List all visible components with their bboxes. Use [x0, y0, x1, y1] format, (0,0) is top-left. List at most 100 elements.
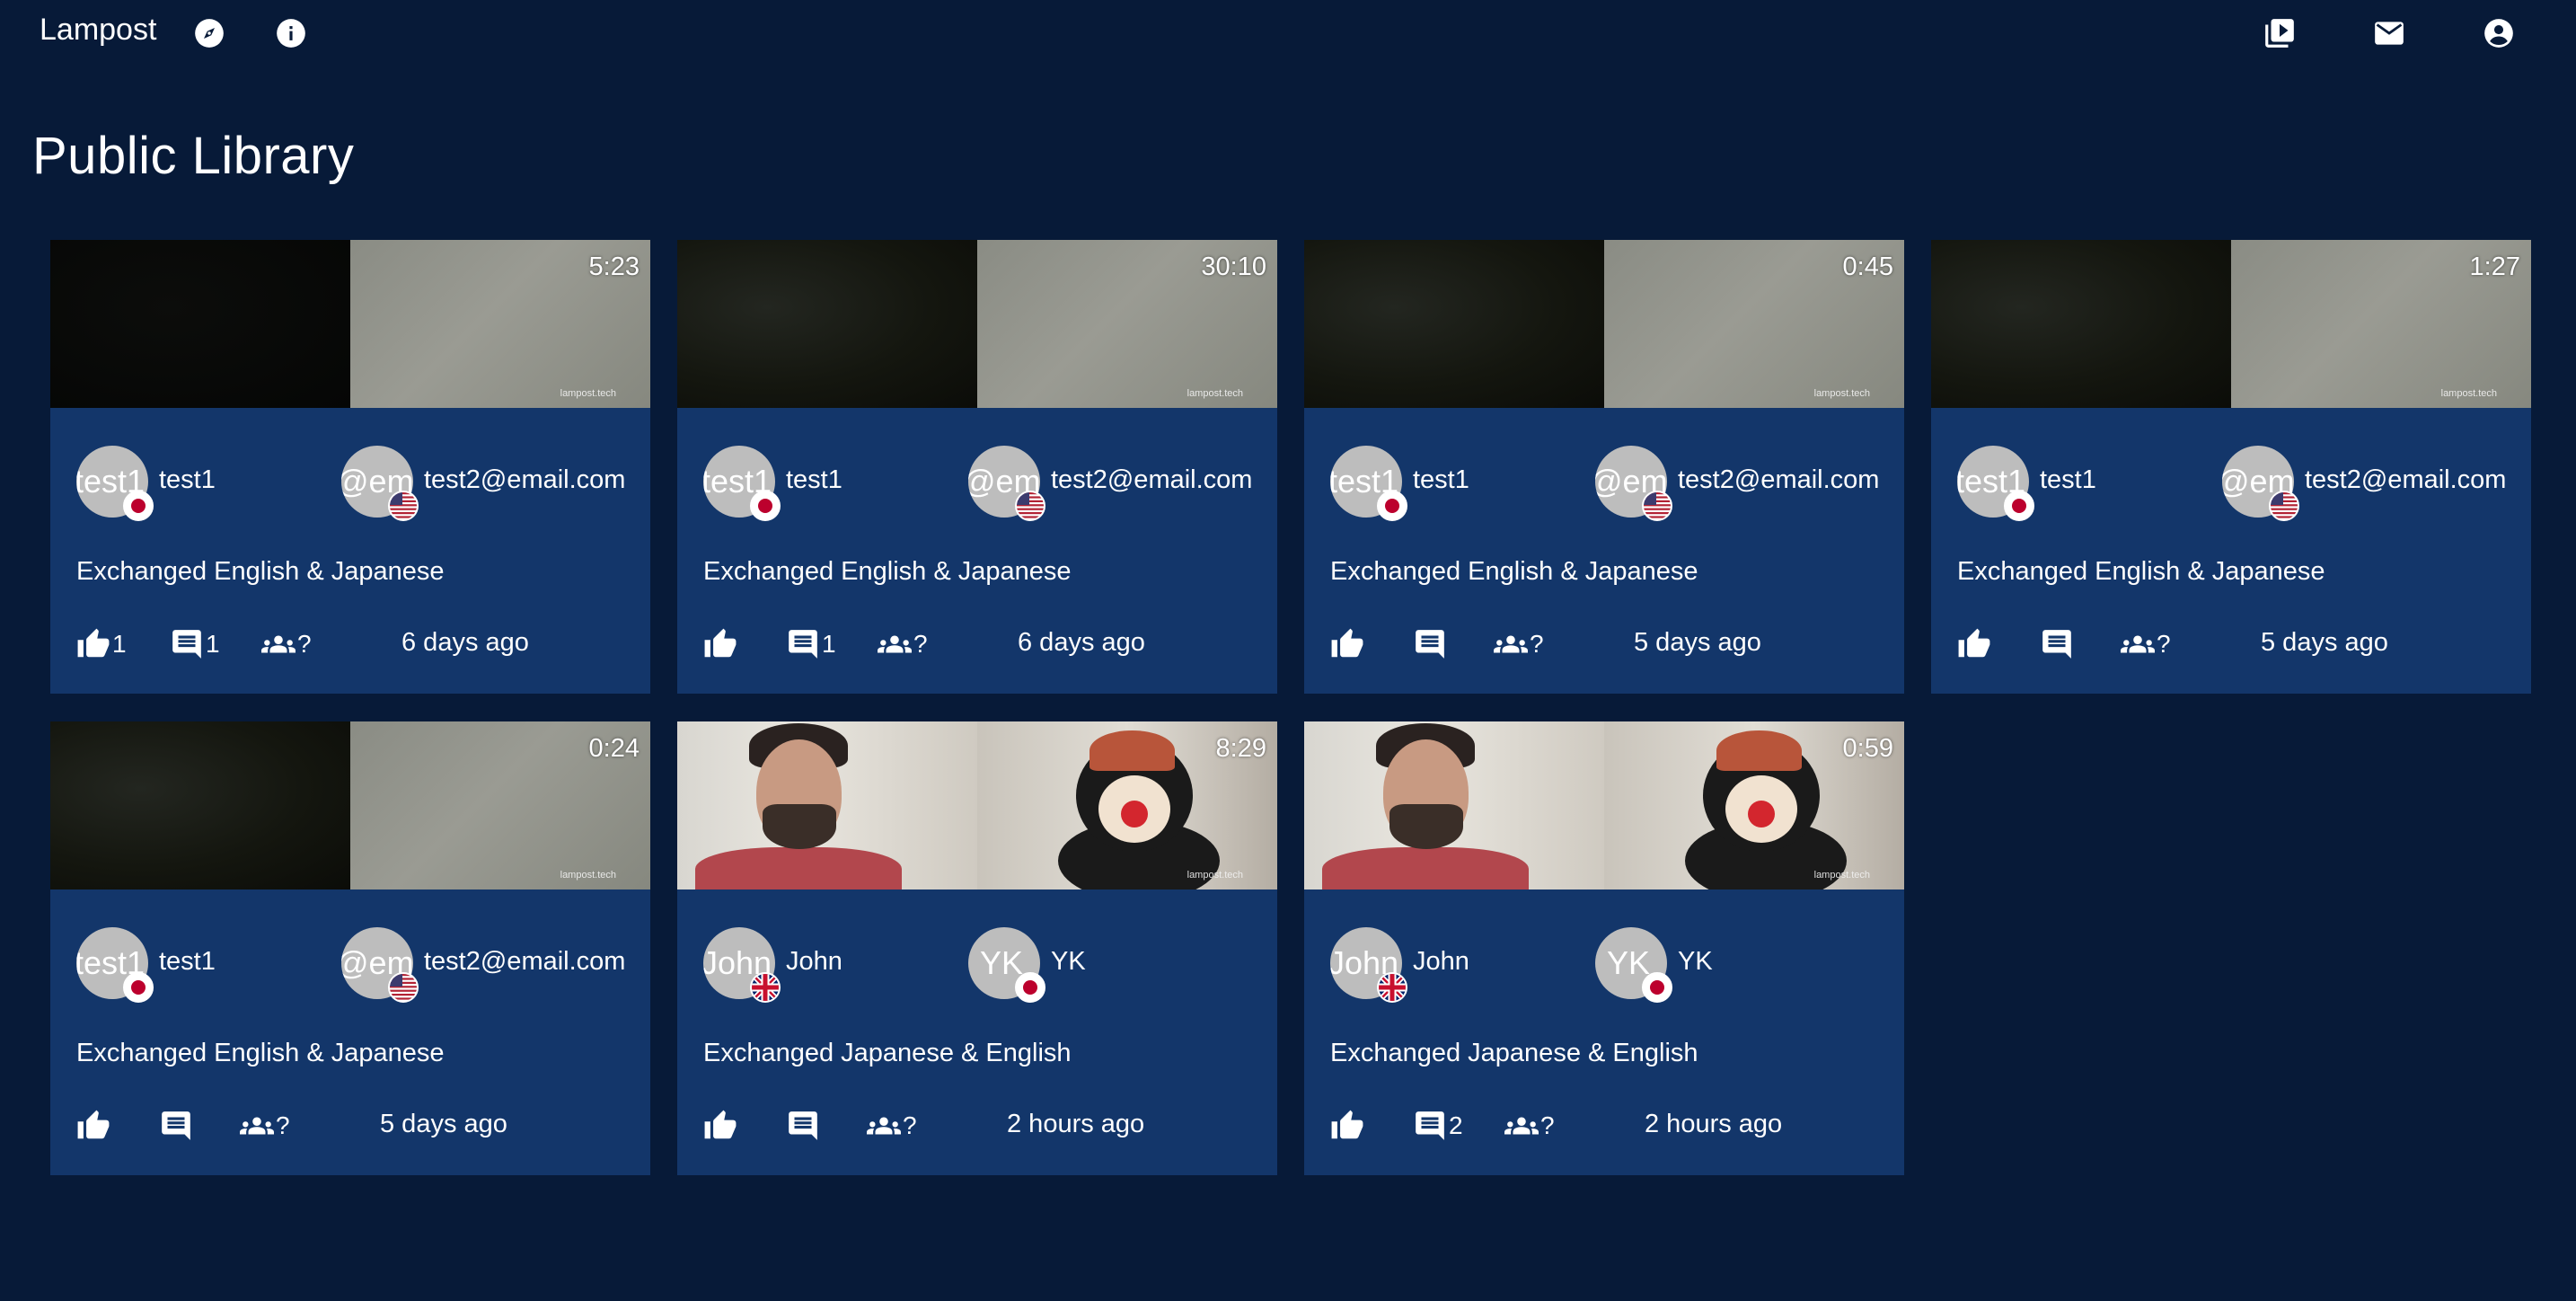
participants-button[interactable]: ?: [261, 626, 312, 662]
session-card[interactable]: lampost.tech 8:29 John John YK YK Exchanged Ja…: [677, 721, 1277, 1175]
session-stats: ? 5 days ago: [1957, 626, 2514, 662]
like-button[interactable]: [1330, 1108, 1366, 1144]
video-thumbnail[interactable]: lampost.tech 0:24: [50, 721, 650, 889]
uk-flag-icon: [1377, 972, 1407, 1003]
participants-button[interactable]: ?: [2121, 626, 2171, 662]
app-bar: Lampost: [0, 0, 2576, 65]
session-caption: Exchanged English & Japanese: [76, 557, 445, 586]
time-ago: 5 days ago: [2261, 628, 2388, 657]
participant-name: test2@email.com: [1678, 465, 1880, 494]
session-card[interactable]: lampost.tech30:10test1test1@ematest2@ema…: [677, 240, 1277, 694]
comment-button[interactable]: 1: [170, 626, 220, 662]
comment-button[interactable]: [786, 1108, 822, 1144]
group-icon: [1494, 627, 1528, 661]
group-icon: [867, 1109, 901, 1143]
watermark: lampost.tech: [2440, 388, 2497, 399]
video-thumbnail[interactable]: lampost.tech 8:29: [677, 721, 1277, 889]
beard-shape: [763, 804, 836, 849]
mail-icon[interactable]: [2372, 16, 2406, 50]
us-flag-icon: [1642, 491, 1672, 521]
compass-icon[interactable]: [192, 16, 226, 50]
like-button[interactable]: [76, 1108, 112, 1144]
participants-button[interactable]: ?: [240, 1108, 290, 1144]
video-thumbnail[interactable]: lampost.tech 0:59: [1304, 721, 1904, 889]
comment-button[interactable]: [159, 1108, 195, 1144]
like-button[interactable]: [703, 626, 739, 662]
comment-button[interactable]: [2040, 626, 2076, 662]
video-duration: 0:45: [1842, 252, 1893, 281]
time-ago: 6 days ago: [401, 628, 529, 657]
uk-flag-icon: [750, 972, 781, 1003]
thumb-up-icon: [76, 1109, 110, 1143]
comment-icon: [1413, 627, 1447, 661]
watermark: lampost.tech: [560, 388, 616, 399]
video-frame-person: [677, 721, 977, 889]
video-library-icon[interactable]: [2263, 16, 2297, 50]
video-duration: 8:29: [1215, 734, 1266, 763]
beard-shape: [1389, 804, 1463, 849]
info-icon[interactable]: [274, 16, 308, 50]
comment-icon: [2040, 627, 2074, 661]
video-frame-dark: [677, 240, 977, 408]
session-card[interactable]: lampost.tech1:27test1test1@ematest2@emai…: [1931, 240, 2531, 694]
watermark: lampost.tech: [560, 870, 616, 881]
comment-count: 1: [822, 630, 836, 658]
participants-button[interactable]: ?: [867, 1108, 917, 1144]
japan-flag-icon: [1377, 491, 1407, 521]
participant-name: test2@email.com: [2305, 465, 2507, 494]
session-stats: ? 2 hours ago: [703, 1108, 1260, 1144]
participant-name: test1: [159, 947, 216, 976]
session-stats: 1 1? 6 days ago: [76, 626, 633, 662]
like-button[interactable]: [1957, 626, 1993, 662]
comment-button[interactable]: [1413, 626, 1449, 662]
thumb-up-icon: [1957, 627, 1991, 661]
participants-button[interactable]: ?: [1494, 626, 1544, 662]
session-card[interactable]: lampost.tech5:23test1test1@ematest2@emai…: [50, 240, 650, 694]
session-caption: Exchanged English & Japanese: [703, 557, 1072, 586]
watermark: lampost.tech: [1813, 388, 1870, 399]
comment-button[interactable]: 2: [1413, 1108, 1463, 1144]
participants-button[interactable]: ?: [1504, 1108, 1555, 1144]
video-duration: 0:59: [1842, 734, 1893, 763]
plush-hat-shape: [1090, 730, 1175, 771]
watermark: lampost.tech: [1187, 388, 1243, 399]
participant-name: test1: [2040, 465, 2096, 494]
shirt-shape: [695, 847, 902, 889]
video-duration: 1:27: [2469, 252, 2520, 281]
like-button[interactable]: 1: [76, 626, 127, 662]
video-thumbnail[interactable]: lampost.tech 1:27: [1931, 240, 2531, 408]
thumb-up-icon: [703, 627, 737, 661]
thumb-up-icon: [1330, 1109, 1364, 1143]
participants-count: ?: [2157, 630, 2171, 658]
like-button[interactable]: [1330, 626, 1366, 662]
session-card[interactable]: lampost.tech0:45test1test1@ematest2@emai…: [1304, 240, 1904, 694]
session-card[interactable]: lampost.tech0:24test1test1@ematest2@emai…: [50, 721, 650, 1175]
video-thumbnail[interactable]: lampost.tech 5:23: [50, 240, 650, 408]
participant-name: test1: [1413, 465, 1469, 494]
video-thumbnail[interactable]: lampost.tech 0:45: [1304, 240, 1904, 408]
japan-flag-icon: [1642, 972, 1672, 1003]
session-stats: 2? 2 hours ago: [1330, 1108, 1887, 1144]
participants-count: ?: [903, 1111, 917, 1139]
video-frame-dark: [50, 240, 350, 408]
video-frame-dark: [1304, 240, 1604, 408]
account-icon[interactable]: [2482, 16, 2516, 50]
comment-button[interactable]: 1: [786, 626, 836, 662]
participant-name: test2@email.com: [424, 947, 626, 976]
participant-name: YK: [1678, 947, 1713, 976]
session-stats: ? 5 days ago: [1330, 626, 1887, 662]
session-card[interactable]: lampost.tech 0:59 John John YK YK Exchanged Ja…: [1304, 721, 1904, 1175]
participants-count: ?: [1540, 1111, 1555, 1139]
participant-name: test2@email.com: [1051, 465, 1253, 494]
video-thumbnail[interactable]: lampost.tech 30:10: [677, 240, 1277, 408]
participants-button[interactable]: ?: [878, 626, 928, 662]
like-button[interactable]: [703, 1108, 739, 1144]
video-duration: 30:10: [1201, 252, 1266, 281]
brand-logo[interactable]: Lampost: [40, 13, 156, 48]
participants-count: ?: [297, 630, 312, 658]
session-caption: Exchanged English & Japanese: [76, 1039, 445, 1067]
video-duration: 0:24: [588, 734, 640, 763]
shirt-shape: [1322, 847, 1529, 889]
thumb-up-icon: [1330, 627, 1364, 661]
like-count: 1: [112, 630, 127, 658]
